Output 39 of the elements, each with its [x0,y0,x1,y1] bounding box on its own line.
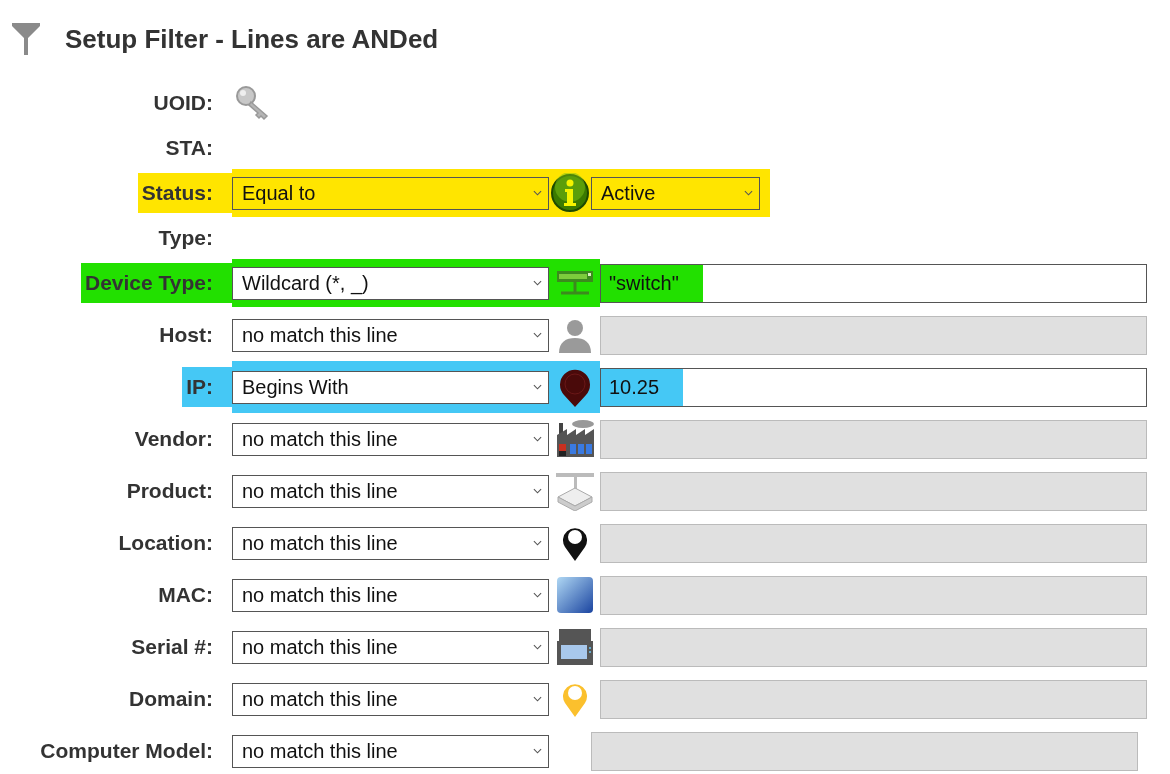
square-icon [554,575,595,615]
operator-dropdown[interactable]: Begins With [232,370,549,404]
field-label: MAC: [157,582,214,608]
filter-icon [11,22,41,56]
device-icon [554,471,595,511]
caret-icon [533,280,542,286]
caret-icon [533,748,542,754]
caret-icon [533,540,542,546]
page-title: Setup Filter - Lines are ANDed [65,23,439,55]
caret-icon [533,488,542,494]
value-dropdown[interactable]: Active [591,176,760,210]
field-label: Serial #: [130,634,214,660]
field-label: Device Type: [81,263,232,303]
field-label: Type: [157,225,214,251]
field-label: Vendor: [133,426,214,452]
caret-icon [533,592,542,598]
caret-icon [533,190,542,196]
field-label: Status: [137,173,232,213]
field-label: Product: [125,478,214,504]
field-label: Domain: [128,686,214,712]
input-field[interactable]: 10.25 [600,367,1147,407]
field-label: Computer Model: [39,738,214,764]
factory-icon [554,419,595,459]
caret-icon [533,332,542,338]
operator-dropdown[interactable]: Wildcard (*, _) [232,266,549,300]
operator-dropdown[interactable]: Equal to [232,176,549,210]
field-label: STA: [164,135,214,161]
scanner-icon [554,627,595,667]
caret-icon [533,384,542,390]
caret-icon [533,436,542,442]
caret-icon [744,190,753,196]
field-label: Location: [117,530,214,556]
field-label: UOID: [152,90,214,116]
input-field[interactable]: "switch" [600,263,1147,303]
caret-icon [533,696,542,702]
field-label: Host: [158,322,214,348]
field-label: IP: [182,367,232,407]
caret-icon [533,644,542,650]
info-icon [550,173,590,213]
